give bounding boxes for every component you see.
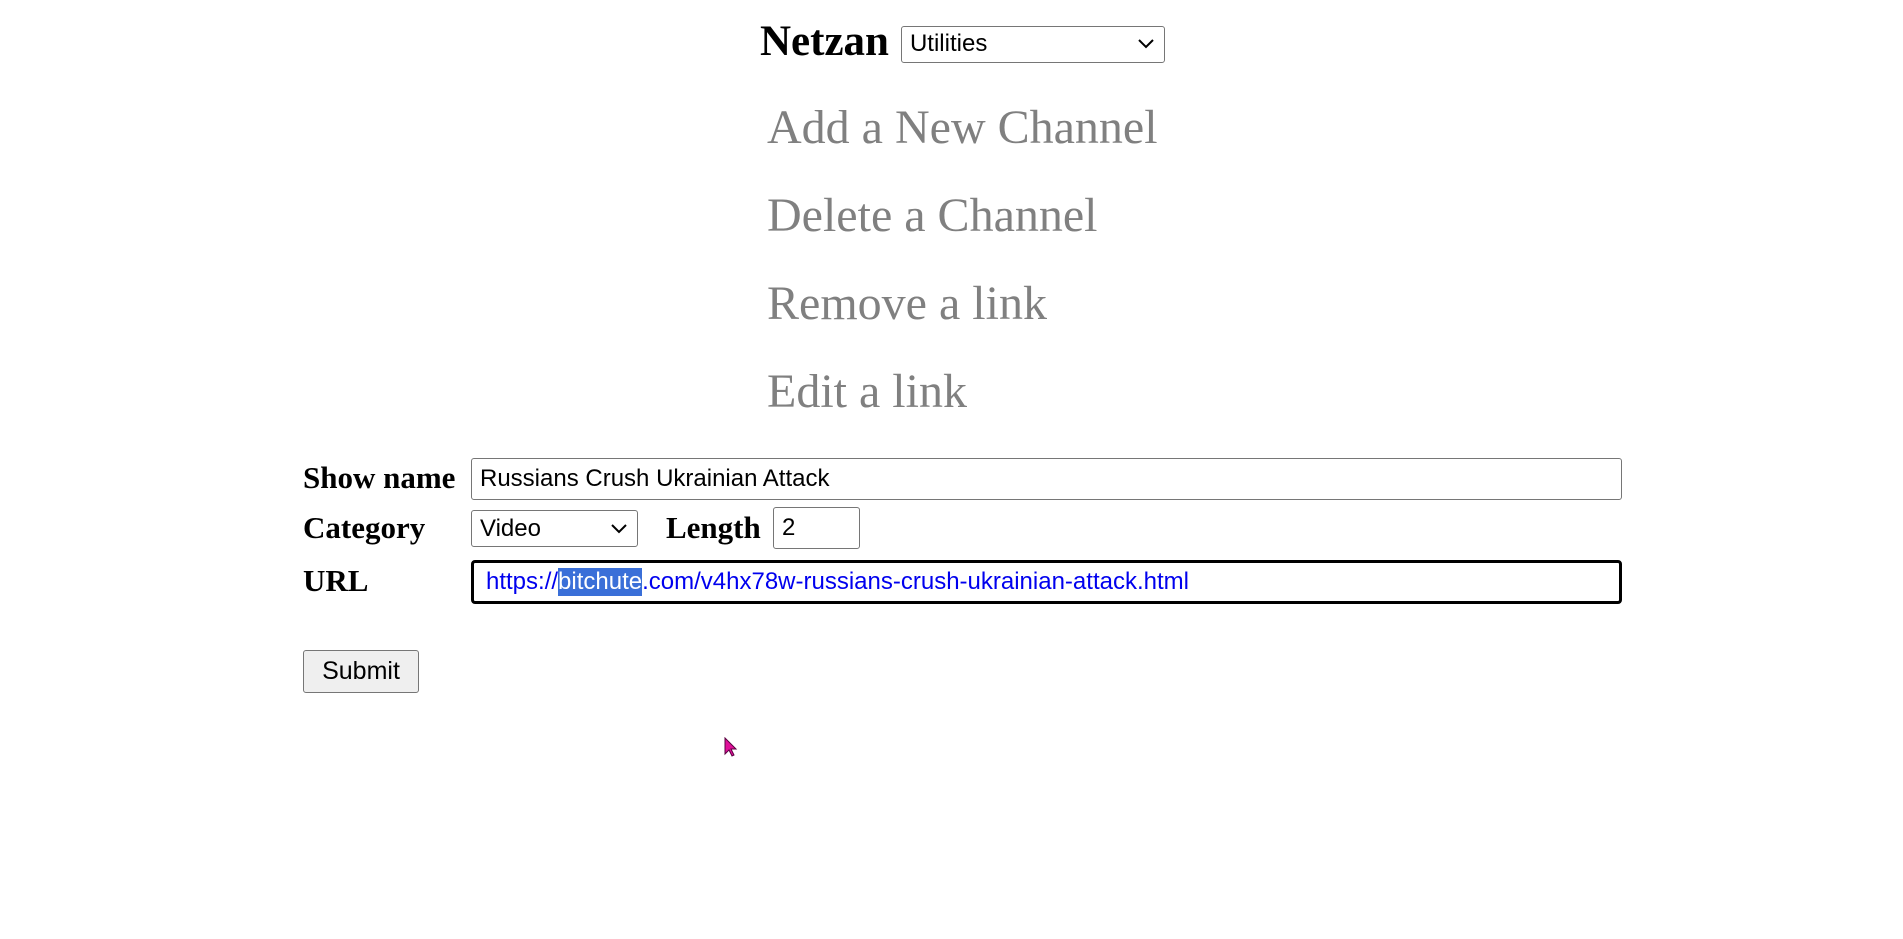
show-name-label: Show name [303,460,456,495]
menu-link-delete-channel[interactable]: Delete a Channel [767,186,1158,246]
category-select-value: Video [480,514,541,542]
brand-title: Netzan [760,18,889,65]
menu-link-add-channel[interactable]: Add a New Channel [767,98,1158,158]
submit-button[interactable]: Submit [303,650,419,693]
page: Netzan Utilities Add a New Channel Delet… [0,0,1903,939]
show-name-value: Russians Crush Ukrainian Attack [480,465,830,492]
length-label: Length [666,510,761,545]
header: Netzan Utilities [760,14,1165,70]
category-label: Category [303,510,426,545]
menu-link-remove-link[interactable]: Remove a link [767,274,1158,334]
category-select[interactable]: Video [471,510,638,547]
length-value: 2 [782,514,796,541]
menu-link-edit-link[interactable]: Edit a link [767,362,1158,422]
show-name-input[interactable]: Russians Crush Ukrainian Attack [471,458,1622,500]
section-select[interactable]: Utilities [900,25,1165,63]
utilities-menu: Add a New Channel Delete a Channel Remov… [767,98,1158,450]
chevron-down-icon [611,523,627,533]
length-input[interactable]: 2 [773,507,860,549]
url-input[interactable]: https://bitchute .com/v4hx78w-russians-cr… [471,560,1622,604]
mouse-cursor-icon [724,737,738,757]
url-value-selection: bitchute [558,568,643,596]
url-value-prefix: https:// [486,568,559,595]
chevron-down-icon [1138,39,1154,49]
url-label: URL [303,563,369,598]
section-select-value: Utilities [909,30,988,57]
url-value-suffix: .com/v4hx78w-russians-crush-ukrainian-at… [642,568,1189,595]
